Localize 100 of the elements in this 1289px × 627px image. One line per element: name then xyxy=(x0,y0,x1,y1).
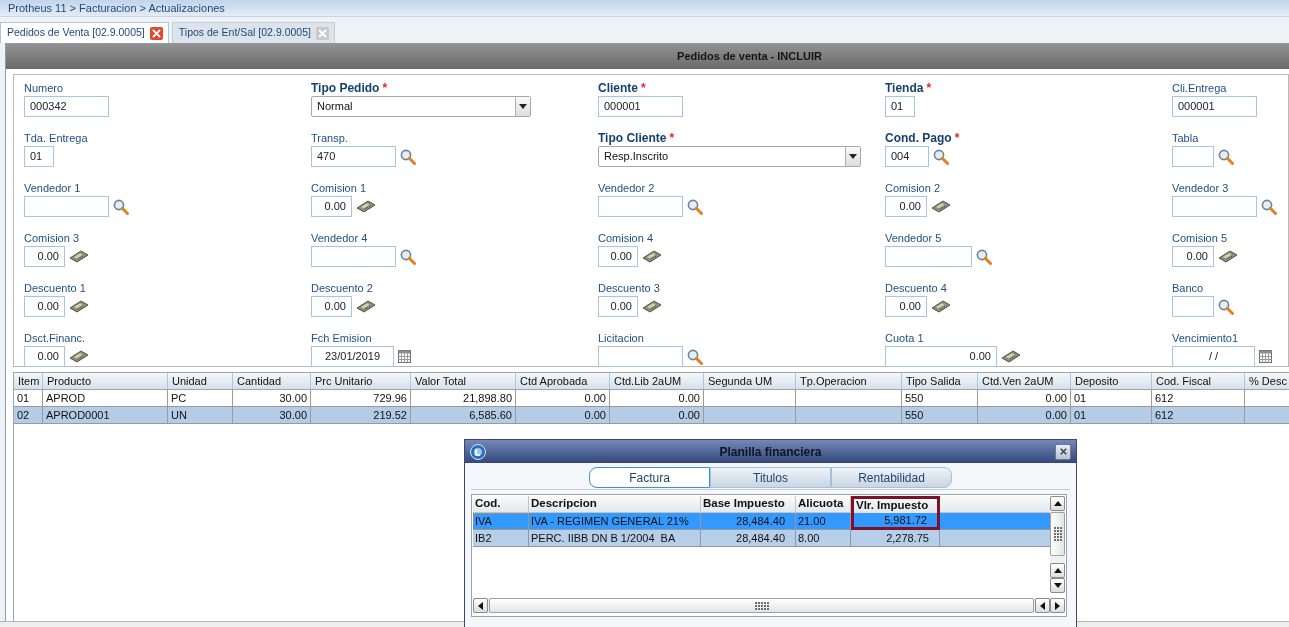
table-cell: 219.52 xyxy=(311,407,411,424)
column-header[interactable]: Tipo Salida xyxy=(902,373,978,389)
input-field[interactable]: 000001 xyxy=(1172,96,1257,117)
calculator-icon[interactable] xyxy=(1001,350,1021,363)
input-field[interactable]: 23/01/2019 xyxy=(311,346,394,367)
input-field[interactable]: 0.00 xyxy=(24,346,65,367)
field-label: Numero xyxy=(24,81,64,95)
calendar-icon[interactable] xyxy=(398,350,411,363)
column-header[interactable]: Cod. Fiscal xyxy=(1152,373,1245,389)
column-header[interactable]: Tp.Operacion xyxy=(796,373,902,389)
column-header[interactable]: Producto xyxy=(43,373,168,389)
field-label: Comision 4 xyxy=(598,231,654,245)
input-field[interactable] xyxy=(1172,196,1257,217)
search-icon[interactable] xyxy=(1261,198,1277,215)
search-icon[interactable] xyxy=(1218,148,1234,165)
scroll-right-button[interactable] xyxy=(1050,598,1065,613)
table-row[interactable]: IVA IVA - REGIMEN GENERAL 21% 28,484.40 21.00 5,981.72 xyxy=(473,513,1050,530)
search-icon[interactable] xyxy=(400,148,416,165)
close-icon[interactable] xyxy=(149,26,163,40)
column-header[interactable]: Ctd.Lib 2aUM xyxy=(610,373,704,389)
input-field[interactable]: 470 xyxy=(311,146,396,167)
scroll-up-button[interactable] xyxy=(1050,496,1065,511)
search-icon[interactable] xyxy=(687,348,703,365)
input-field[interactable]: 01 xyxy=(885,96,915,117)
column-header[interactable]: Unidad xyxy=(168,373,233,389)
dropdown-field[interactable]: Resp.Inscrito xyxy=(598,146,861,167)
search-icon[interactable] xyxy=(976,248,992,265)
table-row[interactable]: 01 APROD PC 30.00 729.96 21,898.80 0.00 0.00 550 0.00 01 612 xyxy=(14,390,1289,407)
table-row[interactable]: IB2 PERC. IIBB DN B 1/2004 BA 28,484.40 8.00 2,278.75 xyxy=(473,530,1050,547)
calendar-icon[interactable] xyxy=(1259,350,1272,363)
dropdown-field[interactable]: Normal xyxy=(311,96,531,117)
calculator-icon[interactable] xyxy=(931,200,951,213)
search-icon[interactable] xyxy=(1218,298,1234,315)
input-field[interactable]: 0.00 xyxy=(24,296,65,317)
input-field[interactable] xyxy=(598,346,683,367)
scroll-thumb[interactable] xyxy=(1050,512,1065,556)
calculator-icon[interactable] xyxy=(69,350,89,363)
calculator-icon[interactable] xyxy=(356,300,376,313)
input-field[interactable] xyxy=(598,196,683,217)
table-row[interactable]: 02 APROD0001 UN 30.00 219.52 6,585.60 0.00 0.00 550 0.00 01 612 xyxy=(14,407,1289,424)
calculator-icon[interactable] xyxy=(1218,250,1238,263)
dropdown-button[interactable] xyxy=(515,97,530,116)
dropdown-button[interactable] xyxy=(845,147,860,166)
input-field[interactable]: 01 xyxy=(24,146,54,167)
search-icon[interactable] xyxy=(933,148,949,165)
input-field[interactable]: 0.00 xyxy=(598,296,638,317)
tab[interactable]: Pedidos de Venta [02.9.0005] xyxy=(0,22,169,43)
tab[interactable]: Factura xyxy=(589,467,710,488)
input-field[interactable] xyxy=(1172,146,1214,167)
calculator-icon[interactable] xyxy=(931,300,951,313)
field-label: Fch Emision xyxy=(311,331,372,345)
calculator-icon[interactable] xyxy=(642,300,662,313)
scroll-left-button[interactable] xyxy=(473,598,488,613)
input-field[interactable]: 0.00 xyxy=(311,296,352,317)
column-header[interactable]: Deposito xyxy=(1071,373,1152,389)
search-icon[interactable] xyxy=(687,198,703,215)
input-field[interactable]: 0.00 xyxy=(885,296,927,317)
calculator-icon[interactable] xyxy=(69,250,89,263)
search-icon[interactable] xyxy=(113,198,129,215)
tab[interactable]: Titulos xyxy=(710,467,831,488)
table-cell: PERC. IIBB DN B 1/2004 BA xyxy=(529,530,701,547)
field-label: Vendedor 5 xyxy=(885,231,942,245)
input-field[interactable]: 000001 xyxy=(598,96,683,117)
tab[interactable]: Tipos de Ent/Sal [02.9.0005] xyxy=(171,22,335,43)
input-field[interactable]: 0.00 xyxy=(885,196,927,217)
scroll-down-button[interactable] xyxy=(1050,578,1065,593)
input-field[interactable]: 0.00 xyxy=(1172,246,1214,267)
field-label: Cond. Pago * xyxy=(885,131,960,145)
input-field[interactable]: / / xyxy=(1172,346,1255,367)
close-button[interactable] xyxy=(1055,443,1071,460)
input-field[interactable] xyxy=(885,246,972,267)
field-label: Vencimiento1 xyxy=(1172,331,1239,345)
window-icon xyxy=(470,443,486,460)
calculator-icon[interactable] xyxy=(356,200,376,213)
scroll-left-button[interactable] xyxy=(1035,598,1050,613)
column-header[interactable]: Item xyxy=(14,373,43,389)
calculator-icon[interactable] xyxy=(69,300,89,313)
calculator-icon[interactable] xyxy=(642,250,662,263)
table-cell: UN xyxy=(168,407,233,424)
input-field[interactable]: 0.00 xyxy=(598,246,638,267)
column-header[interactable]: Valor Total xyxy=(411,373,516,389)
input-field[interactable]: 000342 xyxy=(24,96,109,117)
column-header[interactable]: Cantidad xyxy=(233,373,311,389)
field-label: Cuota 1 xyxy=(885,331,924,345)
input-field[interactable]: 004 xyxy=(885,146,929,167)
scroll-up-button[interactable] xyxy=(1050,563,1065,578)
tab[interactable]: Rentabilidad xyxy=(831,467,952,488)
input-field[interactable] xyxy=(1172,296,1214,317)
input-field[interactable] xyxy=(311,246,396,267)
search-icon[interactable] xyxy=(400,248,416,265)
column-header[interactable]: Ctd.Ven 2aUM xyxy=(978,373,1071,389)
input-field[interactable]: 0.00 xyxy=(885,346,997,367)
input-field[interactable] xyxy=(24,196,109,217)
column-header[interactable]: Ctd Aprobada xyxy=(516,373,610,389)
column-header[interactable]: Prc Unitario xyxy=(311,373,411,389)
input-field[interactable]: 0.00 xyxy=(24,246,65,267)
input-field[interactable]: 0.00 xyxy=(311,196,352,217)
vertical-scrollbar[interactable] xyxy=(1050,496,1065,593)
column-header[interactable]: % Desc xyxy=(1245,373,1289,389)
column-header[interactable]: Segunda UM xyxy=(704,373,796,389)
